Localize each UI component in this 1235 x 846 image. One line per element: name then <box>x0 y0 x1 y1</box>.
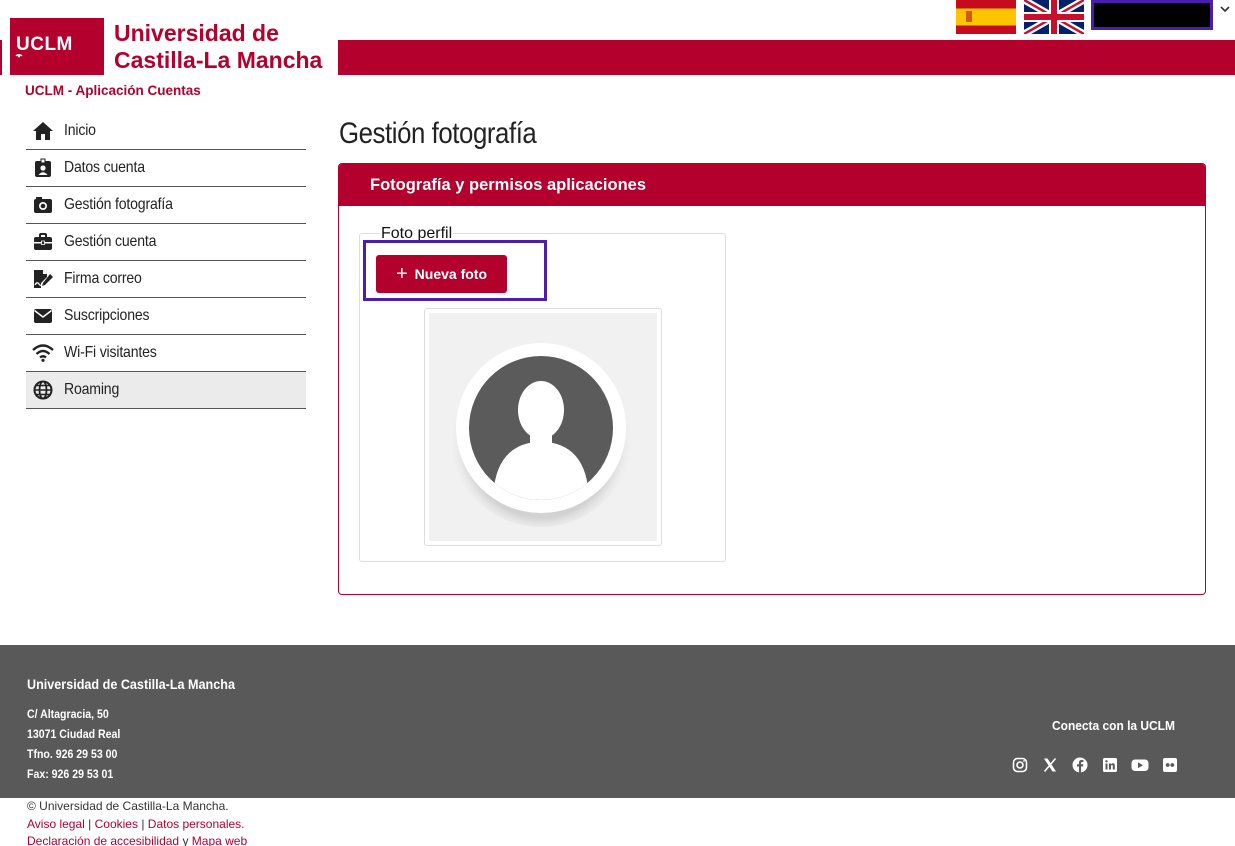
profile-photo <box>424 308 662 546</box>
university-name-line1: Universidad de <box>114 20 279 46</box>
accessibility-links-row: Declaración de accesibilidad y Mapa web <box>27 833 247 846</box>
new-photo-label: Nueva foto <box>414 266 488 282</box>
and-text: y <box>182 834 189 846</box>
footer-address: C/ Altagracia, 50 <box>27 707 109 721</box>
social-links <box>1011 756 1179 774</box>
footer-phone: Tfno. 926 29 53 00 <box>27 747 118 761</box>
sidebar-item-label: Roaming <box>64 381 120 398</box>
youtube-icon[interactable] <box>1131 756 1149 774</box>
aviso-legal-link[interactable]: Aviso legal <box>27 817 85 831</box>
envelope-icon <box>32 306 54 326</box>
camera-icon <box>32 195 54 215</box>
university-name[interactable]: Universidad de Castilla-La Mancha <box>114 20 322 74</box>
home-icon <box>32 121 54 141</box>
logo-text: UCLM <box>16 34 73 55</box>
signature-icon <box>32 269 54 289</box>
instagram-icon[interactable] <box>1011 756 1029 774</box>
panel-title: Fotografía y permisos aplicaciones <box>339 164 1205 206</box>
header-accent-line <box>0 40 2 75</box>
sidebar-item-firma-correo[interactable]: Firma correo <box>26 261 306 298</box>
sidebar-item-roaming[interactable]: Roaming <box>26 372 306 409</box>
briefcase-icon <box>32 232 54 252</box>
sidebar-item-label: Gestión fotografía <box>64 196 173 213</box>
university-name-line2: Castilla-La Mancha <box>114 47 323 73</box>
mapa-web-link[interactable]: Mapa web <box>192 834 247 846</box>
facebook-icon[interactable] <box>1071 756 1089 774</box>
footer-connect: Conecta con la UCLM <box>1052 718 1175 733</box>
chevron-down-icon[interactable] <box>1218 2 1232 16</box>
sidebar-item-inicio[interactable]: Inicio <box>26 113 306 150</box>
english-flag-icon[interactable] <box>1024 0 1084 34</box>
sidebar-item-suscripciones[interactable]: Suscripciones <box>26 298 306 335</box>
linkedin-icon[interactable] <box>1101 756 1119 774</box>
footer-fax: Fax: 926 29 53 01 <box>27 767 114 781</box>
accesibilidad-link[interactable]: Declaración de accesibilidad <box>27 834 179 846</box>
sidebar-nav: Inicio Datos cuenta Gestión fotografía G… <box>26 113 306 409</box>
new-photo-button[interactable]: + Nueva foto <box>376 255 507 293</box>
sidebar-item-gestion-fotografia[interactable]: Gestión fotografía <box>26 187 306 224</box>
avatar-placeholder-icon <box>449 343 633 527</box>
flickr-icon[interactable] <box>1161 756 1179 774</box>
footer-university-name: Universidad de Castilla-La Mancha <box>27 676 235 692</box>
sidebar-item-label: Inicio <box>64 122 96 139</box>
datos-personales-link[interactable]: Datos personales. <box>148 817 245 831</box>
header-bar <box>338 40 1235 75</box>
user-menu[interactable] <box>1091 0 1213 30</box>
sidebar-item-gestion-cuenta[interactable]: Gestión cuenta <box>26 224 306 261</box>
cookies-link[interactable]: Cookies <box>95 817 138 831</box>
sidebar-item-label: Gestión cuenta <box>64 233 157 250</box>
copyright-text: © Universidad de Castilla-La Mancha. <box>27 799 229 813</box>
sidebar-item-wifi-visitantes[interactable]: Wi-Fi visitantes <box>26 335 306 372</box>
x-icon[interactable] <box>1041 756 1059 774</box>
globe-icon <box>32 380 54 400</box>
sidebar-item-label: Wi-Fi visitantes <box>64 344 157 361</box>
sidebar-item-label: Suscripciones <box>64 307 150 324</box>
wifi-icon <box>32 343 54 363</box>
sidebar-item-label: Firma correo <box>64 270 142 287</box>
photo-placeholder <box>429 313 657 541</box>
plus-icon: + <box>395 263 408 285</box>
legal-links-row: Aviso legal | Cookies | Datos personales… <box>27 816 245 831</box>
sidebar-item-datos-cuenta[interactable]: Datos cuenta <box>26 150 306 187</box>
photo-panel: Fotografía y permisos aplicaciones Foto … <box>338 163 1206 595</box>
app-title[interactable]: UCLM - Aplicación Cuentas <box>25 83 201 98</box>
legal-footer: © Universidad de Castilla-La Mancha. Avi… <box>27 798 247 846</box>
id-badge-icon <box>32 158 54 178</box>
page-title: Gestión fotografía <box>339 117 537 150</box>
site-footer: Universidad de Castilla-La Mancha C/ Alt… <box>0 645 1235 798</box>
sidebar-item-label: Datos cuenta <box>64 159 145 176</box>
spanish-flag-icon[interactable] <box>956 0 1016 34</box>
footer-city: 13071 Ciudad Real <box>27 727 121 741</box>
